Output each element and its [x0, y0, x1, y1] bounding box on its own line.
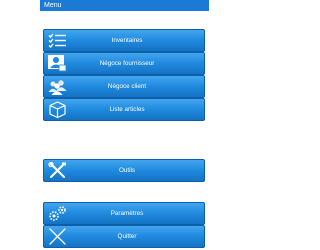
liste-articles-label: Liste articles: [109, 106, 145, 113]
supplier-person-icon: [48, 55, 67, 72]
client-group-icon: [48, 78, 67, 95]
menu-title: Menu: [44, 2, 62, 9]
gears-icon: [48, 205, 67, 222]
negoce-client-button[interactable]: Négoce client: [43, 75, 205, 98]
checklist-icon: [48, 32, 67, 49]
outils-button[interactable]: Outils: [43, 159, 205, 182]
parametres-button[interactable]: Paramètres: [43, 202, 205, 225]
inventaires-button[interactable]: Inventaires: [43, 29, 205, 52]
quitter-label: Quitter: [117, 233, 137, 240]
close-icon: [48, 228, 67, 245]
negoce-fournisseur-button[interactable]: Négoce fournisseur: [43, 52, 205, 75]
box-icon: [48, 101, 67, 118]
app-screen: Menu Inventaires Négoce fournisseur Négo…: [40, 0, 209, 250]
parametres-label: Paramètres: [110, 210, 144, 217]
menu-title-bar: Menu: [40, 0, 209, 11]
negoce-client-label: Négoce client: [107, 83, 147, 90]
quitter-button[interactable]: Quitter: [43, 225, 205, 248]
liste-articles-button[interactable]: Liste articles: [43, 98, 205, 121]
tools-icon: [48, 162, 67, 179]
menu-spacer: [43, 182, 205, 202]
outils-label: Outils: [118, 167, 136, 174]
inventaires-label: Inventaires: [111, 37, 143, 44]
menu-spacer: [43, 121, 205, 159]
negoce-fournisseur-label: Négoce fournisseur: [99, 60, 155, 67]
